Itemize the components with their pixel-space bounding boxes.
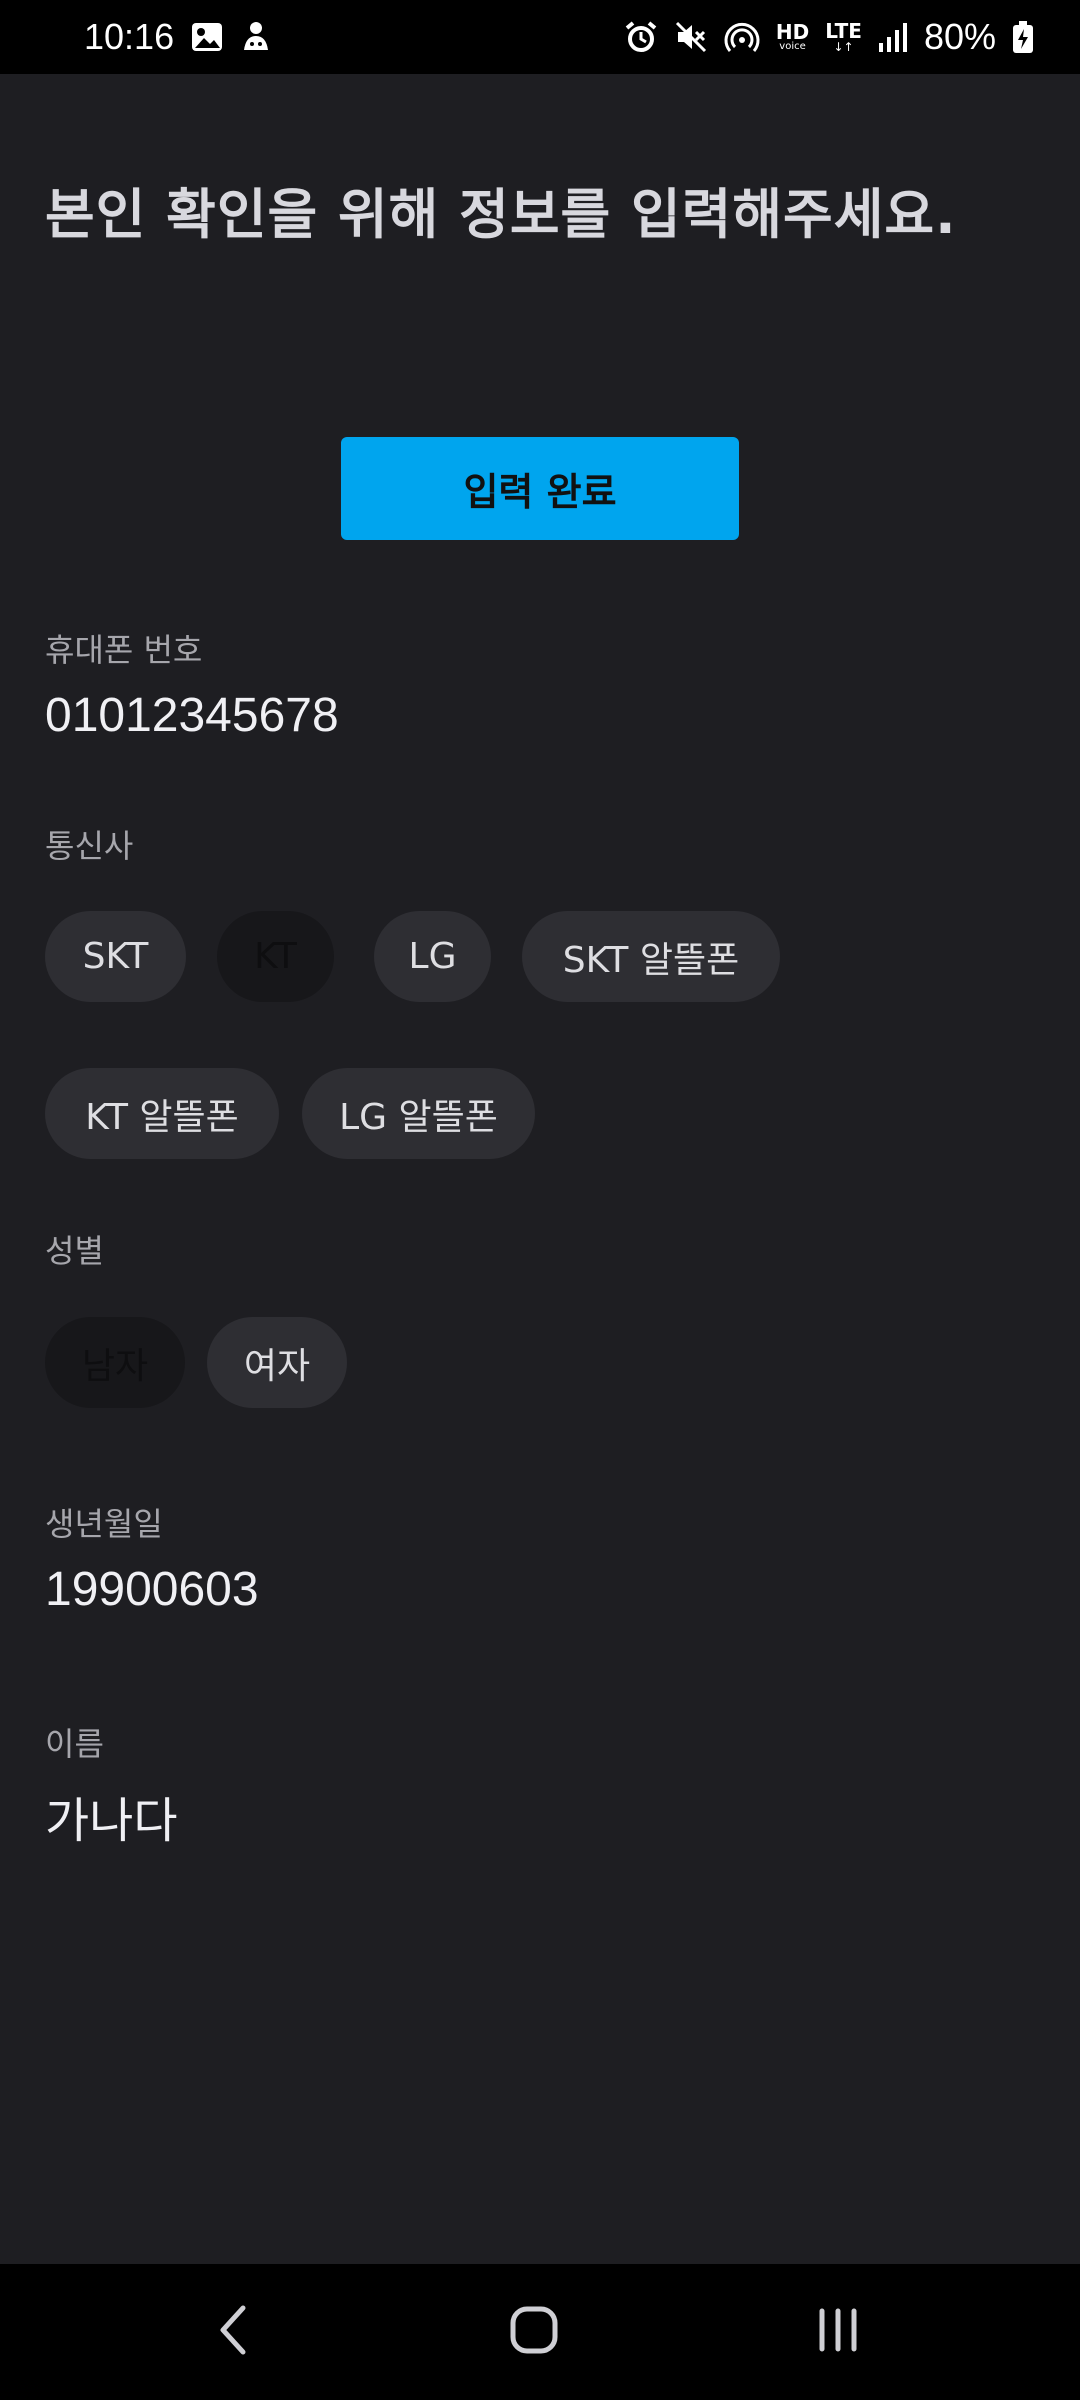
carrier-label: 통신사 (45, 827, 134, 865)
gender-chip-male[interactable]: 남자 (45, 1317, 185, 1408)
app-notification-icon (240, 20, 272, 54)
phone-value[interactable]: 01012345678 (45, 688, 339, 743)
gallery-notification-icon (190, 20, 224, 54)
carrier-chip-kt-mvno[interactable]: KT 알뜰폰 (45, 1068, 279, 1159)
recent-apps-icon (813, 2305, 863, 2359)
phone-label: 휴대폰 번호 (45, 631, 203, 669)
hd-text: HD (775, 20, 810, 44)
back-chevron-icon (213, 2302, 253, 2362)
voice-text: voice (779, 41, 806, 52)
home-button[interactable] (474, 2292, 594, 2372)
back-button[interactable] (173, 2292, 293, 2372)
carrier-chip-lg[interactable]: LG (374, 911, 491, 1002)
carrier-chip-lg-mvno[interactable]: LG 알뜰폰 (302, 1068, 535, 1159)
lte-arrows: ↓↑ (833, 40, 854, 54)
carrier-chip-skt[interactable]: SKT (45, 911, 186, 1002)
battery-percent: 80% (923, 16, 996, 57)
birthdate-label: 생년월일 (45, 1505, 163, 1543)
navigation-bar (0, 2264, 1080, 2400)
home-icon (508, 2304, 560, 2360)
status-bar-right: HD voice LTE ↓↑ 80% (624, 16, 1034, 58)
signal-icon (878, 21, 908, 53)
mute-icon (674, 20, 708, 54)
lte-text: LTE (825, 19, 862, 43)
status-bar: 10:16 HD voice LTE ↓↑ 80% (0, 0, 1080, 74)
gender-label: 성별 (45, 1232, 104, 1270)
gender-chip-female[interactable]: 여자 (207, 1317, 347, 1408)
hd-voice-badge: HD voice (776, 22, 809, 52)
battery-charging-icon (1012, 20, 1034, 54)
hotspot-icon (724, 20, 760, 54)
lte-badge: LTE ↓↑ (825, 21, 862, 53)
name-label: 이름 (45, 1725, 104, 1763)
recent-apps-button[interactable] (778, 2292, 898, 2372)
birthdate-value[interactable]: 19900603 (45, 1562, 259, 1617)
name-value[interactable]: 가나다 (45, 1781, 177, 1851)
alarm-icon (624, 20, 658, 54)
submit-button[interactable]: 입력 완료 (341, 437, 739, 540)
clock: 10:16 (84, 16, 175, 57)
verification-form: 본인 확인을 위해 정보를 입력해주세요. 입력 완료 휴대폰 번호 01012… (0, 74, 1080, 2264)
carrier-chip-kt[interactable]: KT (217, 911, 334, 1002)
carrier-chip-skt-mvno[interactable]: SKT 알뜰폰 (522, 911, 780, 1002)
status-bar-left: 10:16 (84, 16, 272, 58)
page-title: 본인 확인을 위해 정보를 입력해주세요. (45, 183, 957, 246)
